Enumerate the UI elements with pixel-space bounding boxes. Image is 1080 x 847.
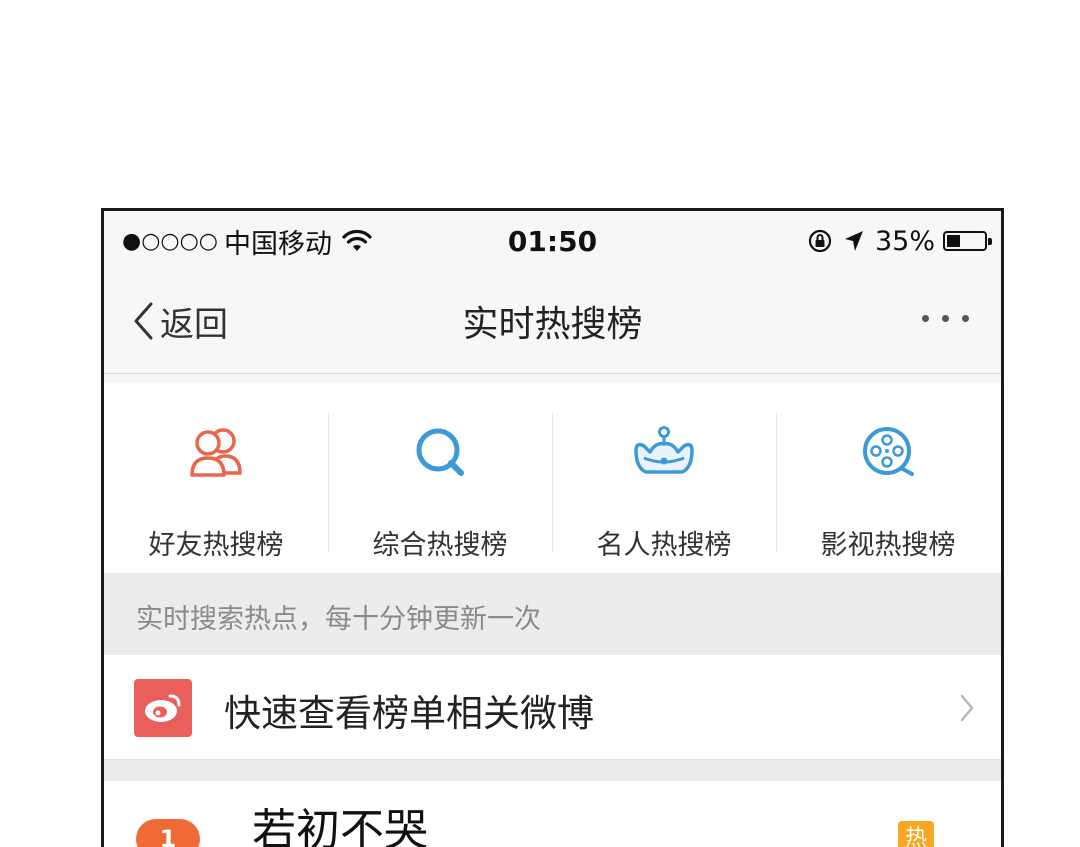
weibo-eye-icon bbox=[145, 694, 181, 722]
item-title: 若初不哭 bbox=[252, 805, 428, 847]
battery-nub bbox=[988, 238, 992, 245]
category-film-tv[interactable]: 影视热搜榜 bbox=[776, 383, 1000, 573]
section-divider bbox=[104, 759, 1001, 782]
category-friends[interactable]: 好友热搜榜 bbox=[104, 383, 328, 573]
search-icon bbox=[416, 428, 464, 476]
battery-icon bbox=[943, 231, 992, 251]
category-grid: 好友热搜榜 综合热搜榜 名人热搜榜 影视热搜榜 bbox=[104, 383, 1001, 573]
page-title: 实时热搜榜 bbox=[462, 304, 643, 345]
phone-screen: ●○○○○ 中国移动 01:50 35% 返回 实时热搜榜 好友热搜榜 综合热搜… bbox=[101, 208, 1004, 847]
navigation-bar: 返回 实时热搜榜 bbox=[104, 271, 1001, 374]
category-celebrity[interactable]: 名人热搜榜 bbox=[552, 383, 776, 573]
category-overall[interactable]: 综合热搜榜 bbox=[328, 383, 552, 573]
dot-icon bbox=[962, 315, 969, 322]
hot-tag: 热 bbox=[898, 821, 934, 847]
dot-icon bbox=[942, 315, 949, 322]
dot-icon bbox=[922, 315, 929, 322]
battery-percent: 35% bbox=[874, 225, 935, 257]
update-hint-text: 实时搜索热点，每十分钟更新一次 bbox=[136, 604, 541, 635]
category-label: 影视热搜榜 bbox=[820, 530, 956, 561]
status-bar: ●○○○○ 中国移动 01:50 35% bbox=[104, 211, 1001, 271]
more-options-button[interactable] bbox=[922, 315, 969, 322]
weibo-logo-icon bbox=[134, 679, 192, 737]
category-label: 名人热搜榜 bbox=[596, 530, 732, 561]
location-arrow-icon bbox=[844, 231, 863, 251]
quick-view-label: 快速查看榜单相关微博 bbox=[224, 692, 594, 735]
category-label: 综合热搜榜 bbox=[372, 530, 508, 561]
quick-view-row[interactable]: 快速查看榜单相关微博 bbox=[104, 655, 1001, 759]
crown-icon bbox=[634, 426, 694, 474]
status-right: 35% bbox=[807, 225, 992, 257]
update-hint: 实时搜索热点，每十分钟更新一次 bbox=[104, 573, 1001, 655]
battery-fill bbox=[947, 235, 960, 247]
rotation-lock-icon bbox=[808, 229, 832, 253]
chevron-right-icon bbox=[960, 694, 974, 722]
film-reel-icon bbox=[863, 427, 914, 476]
category-label: 好友热搜榜 bbox=[148, 530, 284, 561]
list-item[interactable]: 1 若初不哭 热 bbox=[104, 781, 1001, 847]
rank-badge: 1 bbox=[136, 819, 200, 847]
friends-icon bbox=[190, 428, 242, 477]
